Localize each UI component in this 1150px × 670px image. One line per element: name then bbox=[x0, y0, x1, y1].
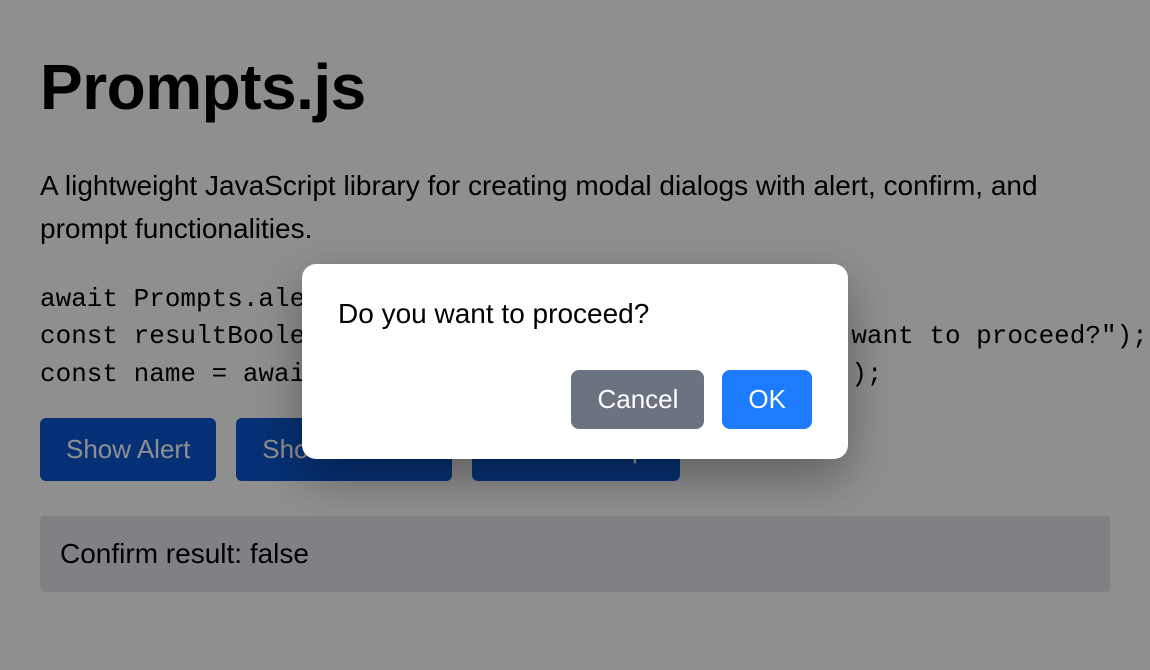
dialog-message: Do you want to proceed? bbox=[338, 298, 812, 330]
ok-button[interactable]: OK bbox=[722, 370, 812, 429]
modal-overlay[interactable]: Do you want to proceed? Cancel OK bbox=[0, 0, 1150, 670]
dialog-actions: Cancel OK bbox=[338, 370, 812, 429]
cancel-button[interactable]: Cancel bbox=[571, 370, 704, 429]
confirm-dialog: Do you want to proceed? Cancel OK bbox=[302, 264, 848, 459]
